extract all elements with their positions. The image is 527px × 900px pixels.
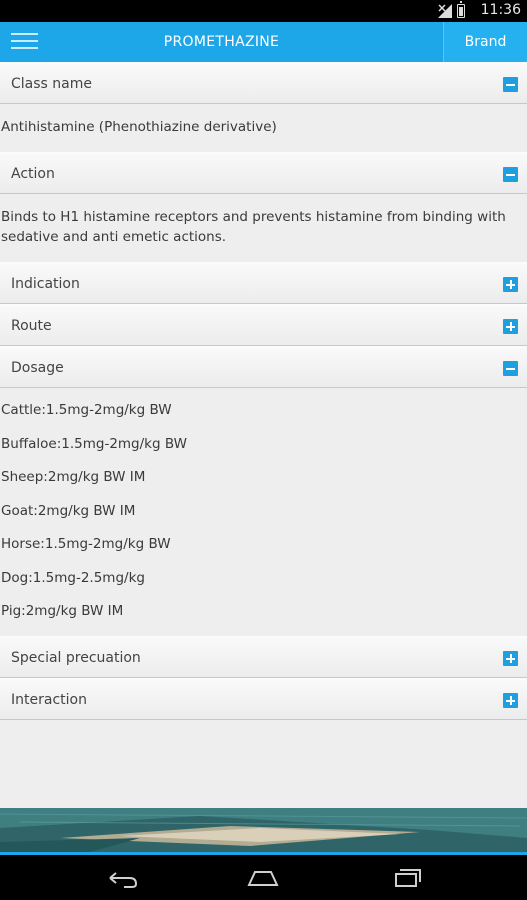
dosage-line: Pig:2mg/kg BW IM	[1, 603, 124, 619]
dosage-line: Dog:1.5mg-2.5mg/kg	[1, 569, 145, 586]
section-header-indication[interactable]: Indication	[0, 262, 527, 304]
dosage-line: Cattle:1.5mg-2mg/kg BW	[1, 402, 172, 418]
status-icons	[437, 1, 465, 19]
section-title: Route	[11, 318, 52, 334]
section-header-dosage[interactable]: Dosage	[0, 346, 527, 388]
drug-detail-list: Class name Antihistamine (Phenothiazine …	[0, 62, 527, 808]
action-bar: PROMETHAZINE Brand	[0, 22, 527, 62]
plus-icon[interactable]	[503, 651, 518, 666]
home-icon[interactable]	[243, 865, 283, 891]
banner-image[interactable]	[0, 808, 527, 855]
minus-icon[interactable]	[503, 361, 518, 376]
section-title: Dosage	[11, 360, 64, 376]
system-nav-bar	[0, 855, 527, 900]
plus-icon[interactable]	[503, 693, 518, 708]
minus-icon[interactable]	[503, 77, 518, 92]
page-title: PROMETHAZINE	[163, 34, 280, 50]
dosage-line: Horse:1.5mg-2mg/kg BW	[1, 536, 171, 552]
signal-icon	[438, 4, 452, 18]
section-header-special-precaution[interactable]: Special precuation	[0, 636, 527, 678]
plus-icon[interactable]	[503, 319, 518, 334]
section-title: Action	[11, 166, 55, 182]
status-time: 11:36	[480, 2, 521, 18]
brand-button[interactable]: Brand	[443, 22, 527, 62]
dosage-body: Cattle:1.5mg-2mg/kg BW Buffaloe:1.5mg-2m…	[0, 388, 527, 636]
action-body: Binds to H1 histamine receptors and prev…	[1, 209, 506, 245]
section-header-interaction[interactable]: Interaction	[0, 678, 527, 720]
section-header-action[interactable]: Action	[0, 152, 527, 194]
status-bar: 11:36	[0, 0, 527, 22]
section-header-route[interactable]: Route	[0, 304, 527, 346]
dosage-line: Buffaloe:1.5mg-2mg/kg BW	[1, 435, 187, 452]
back-icon[interactable]	[102, 865, 142, 891]
section-header-class-name[interactable]: Class name	[0, 62, 527, 104]
banner-artwork	[0, 808, 527, 852]
section-title: Special precuation	[11, 650, 141, 666]
minus-icon[interactable]	[503, 167, 518, 182]
section-title: Class name	[11, 76, 92, 92]
plus-icon[interactable]	[503, 277, 518, 292]
recents-icon[interactable]	[386, 865, 426, 891]
class-name-body: Antihistamine (Phenothiazine derivative)	[1, 119, 277, 135]
dosage-line: Goat:2mg/kg BW IM	[1, 502, 136, 519]
section-title: Indication	[11, 276, 80, 292]
section-title: Interaction	[11, 692, 87, 708]
dosage-line: Sheep:2mg/kg BW IM	[1, 469, 146, 485]
battery-icon	[457, 1, 465, 18]
